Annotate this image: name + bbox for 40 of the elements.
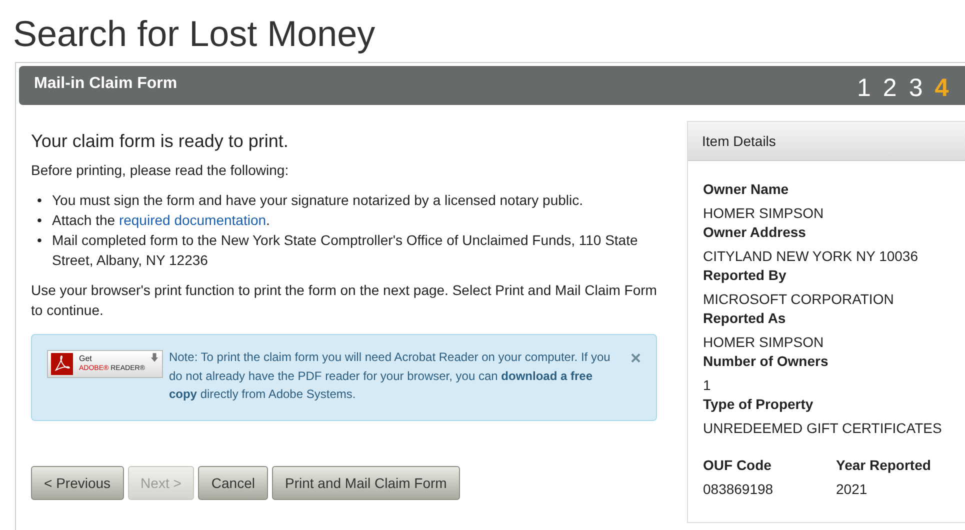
field-label: OUF Code: [703, 456, 772, 475]
pdf-logo-icon: [51, 353, 73, 375]
instruction-item: You must sign the form and have your signature notarized by a licensed notary public.: [52, 191, 584, 210]
field-label: Reported As: [703, 309, 787, 328]
field-value: 1: [703, 376, 712, 395]
field-value: CITYLAND NEW YORK NY 10036: [703, 247, 920, 266]
bullet-marker: •: [37, 191, 43, 210]
form-button[interactable]: Cancel: [198, 466, 268, 500]
field-label: Reported By: [703, 266, 788, 285]
panel-title: Mail-in Claim Form: [34, 74, 178, 92]
documentation-link[interactable]: required documentation: [118, 212, 266, 228]
field-value: 083869198: [703, 480, 774, 499]
download-arrow-icon: [150, 353, 158, 362]
form-button[interactable]: < Previous: [31, 466, 124, 500]
item-details-title: Item Details: [702, 133, 776, 149]
step-number: 3: [908, 74, 923, 103]
ready-heading: Your claim form is ready to print.: [31, 131, 290, 152]
bullet-marker: •: [37, 231, 43, 250]
print-instructions: Use your browser's print function to print the form on the next page. Select Print and Mail Claim Form to continue.: [31, 281, 657, 320]
field-value: HOMER SIMPSON: [703, 333, 825, 352]
step-number: 1: [857, 74, 871, 103]
field-label: Number of Owners: [703, 352, 830, 371]
field-label: Owner Name: [703, 180, 790, 199]
field-value: 2021: [836, 480, 868, 499]
form-button[interactable]: Print and Mail Claim Form: [272, 466, 460, 500]
field-label: Owner Address: [703, 223, 807, 242]
bullet-marker: •: [37, 211, 43, 230]
intro-text: Before printing, please read the following:: [31, 161, 290, 180]
page-title: Search for Lost Money: [13, 12, 376, 56]
instruction-item: Mail completed form to the New York State Comptroller's Office of Unclaimed Funds, 110 State Street, Albany, NY 12236: [52, 231, 639, 270]
badge-text: Get: [79, 354, 93, 364]
field-value: HOMER SIMPSON: [703, 204, 825, 223]
field-value: UNREDEEMED GIFT CERTIFICATES: [703, 419, 943, 438]
field-label: Year Reported: [836, 456, 932, 475]
notice-text: Note: To print the claim form you will need Acrobat Reader on your computer. If you do not already have the PDF reader for your browser, you can download a free copy directly from Adobe Systems.: [168, 349, 612, 403]
field-value: MICROSOFT CORPORATION: [703, 290, 895, 309]
step-number: 2: [882, 74, 897, 103]
field-label: Type of Property: [703, 395, 814, 414]
step-number: 4: [934, 74, 949, 103]
instruction-item: Attach the required documentation.: [52, 211, 270, 230]
